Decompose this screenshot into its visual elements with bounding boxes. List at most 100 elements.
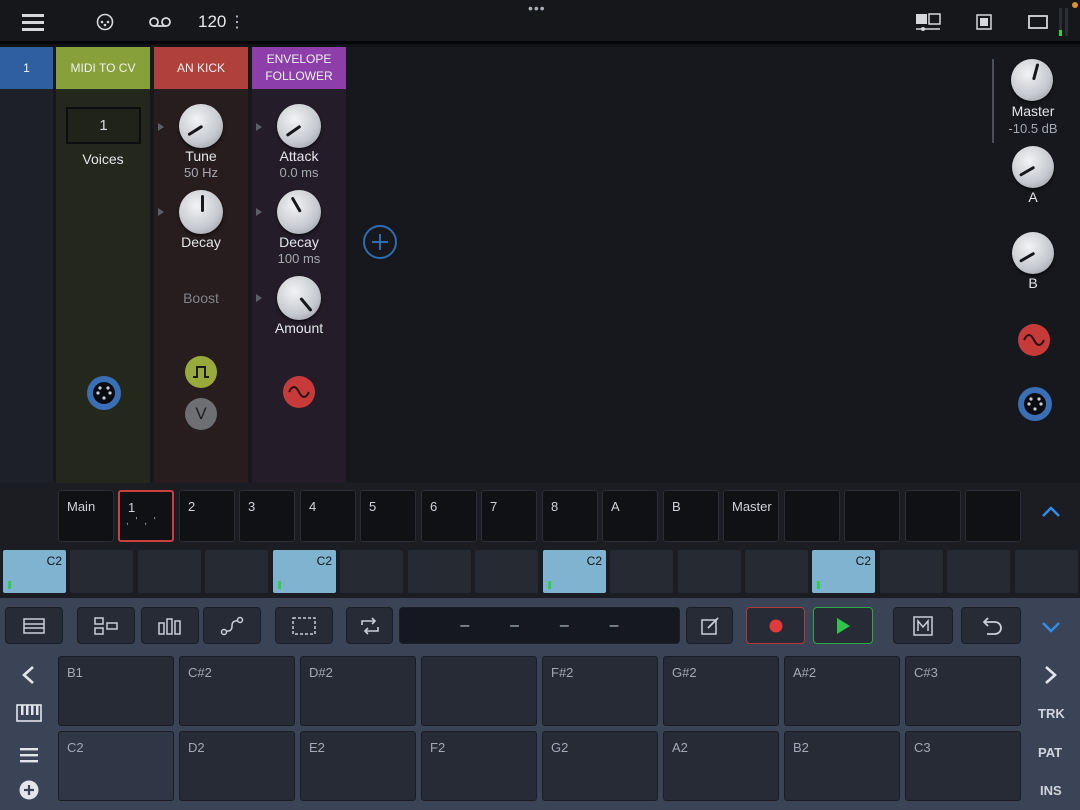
cv-output-icon[interactable] bbox=[283, 376, 315, 408]
track-tab-a[interactable]: A bbox=[602, 490, 658, 542]
amount-knob[interactable] bbox=[277, 276, 321, 320]
an-kick-header[interactable]: AN KICK bbox=[154, 47, 248, 89]
clip-slot[interactable] bbox=[610, 550, 673, 593]
midi-connect-icon[interactable] bbox=[95, 12, 115, 32]
clip-slot[interactable] bbox=[947, 550, 1010, 593]
single-view-icon[interactable] bbox=[974, 12, 994, 32]
play-button[interactable] bbox=[813, 607, 873, 644]
track-tab-empty[interactable] bbox=[905, 490, 961, 542]
undo-button[interactable] bbox=[961, 607, 1021, 644]
split-view-icon[interactable] bbox=[914, 11, 942, 33]
clip-slot[interactable] bbox=[138, 550, 201, 593]
note-pad[interactable]: C2 bbox=[58, 731, 174, 801]
note-pad[interactable]: B2 bbox=[784, 731, 900, 801]
list-view-button[interactable] bbox=[5, 607, 63, 644]
trk-mode-button[interactable]: TRK bbox=[1038, 706, 1065, 721]
select-button[interactable] bbox=[275, 607, 333, 644]
attack-knob[interactable] bbox=[277, 104, 321, 148]
pattern-length-display[interactable]: – – – – bbox=[399, 607, 680, 644]
more-options-icon[interactable]: ••• bbox=[528, 0, 546, 16]
note-pad[interactable]: F#2 bbox=[542, 656, 658, 726]
pat-mode-button[interactable]: PAT bbox=[1038, 745, 1062, 760]
record-button[interactable] bbox=[746, 607, 805, 644]
note-pad[interactable]: A2 bbox=[663, 731, 779, 801]
track-tab-2[interactable]: 2 bbox=[179, 490, 235, 542]
b-send-knob[interactable] bbox=[1012, 232, 1054, 274]
midi-to-cv-header[interactable]: MIDI TO CV bbox=[56, 47, 150, 89]
mixer-button[interactable] bbox=[141, 607, 199, 644]
track-tab-7[interactable]: 7 bbox=[481, 490, 537, 542]
track-tab-5[interactable]: 5 bbox=[360, 490, 416, 542]
step-sequencer-button[interactable] bbox=[77, 607, 135, 644]
envelope-follower-header[interactable]: ENVELOPE FOLLOWER bbox=[252, 47, 346, 89]
note-pad[interactable]: A#2 bbox=[784, 656, 900, 726]
metronome-button[interactable] bbox=[893, 607, 953, 644]
env-decay-knob[interactable] bbox=[277, 190, 321, 234]
note-pad[interactable]: D2 bbox=[179, 731, 295, 801]
clip-slot[interactable]: C2 bbox=[3, 550, 66, 593]
track-tab-3[interactable]: 3 bbox=[239, 490, 295, 542]
track-tab-4[interactable]: 4 bbox=[300, 490, 356, 542]
track-tab-main[interactable]: Main bbox=[58, 490, 114, 542]
a-send-knob[interactable] bbox=[1012, 146, 1054, 188]
tune-knob[interactable] bbox=[179, 104, 223, 148]
clip-slot[interactable] bbox=[70, 550, 133, 593]
track-tab-6[interactable]: 6 bbox=[421, 490, 477, 542]
clip-slot[interactable]: C2 bbox=[543, 550, 606, 593]
chevron-left-icon[interactable] bbox=[21, 665, 35, 690]
ins-mode-button[interactable]: INS bbox=[1040, 783, 1062, 798]
note-pad[interactable]: C#3 bbox=[905, 656, 1021, 726]
clip-slot[interactable] bbox=[1015, 550, 1078, 593]
clip-slot[interactable] bbox=[475, 550, 538, 593]
clip-slot[interactable]: C2 bbox=[812, 550, 875, 593]
note-pad[interactable]: G2 bbox=[542, 731, 658, 801]
piano-keyboard-icon[interactable] bbox=[16, 704, 42, 727]
tempo-value[interactable]: 120 bbox=[198, 12, 226, 32]
boost-toggle[interactable]: Boost bbox=[152, 290, 250, 306]
track-tab-empty[interactable] bbox=[965, 490, 1021, 542]
chevron-down-icon[interactable] bbox=[1041, 620, 1061, 638]
track-tab-1[interactable]: 1, ' , ' bbox=[118, 490, 174, 542]
track-tab-master[interactable]: Master bbox=[723, 490, 779, 542]
clip-slot[interactable] bbox=[678, 550, 741, 593]
menu-icon[interactable] bbox=[22, 11, 44, 33]
loop-button[interactable] bbox=[346, 607, 393, 644]
env-decay-cv-input-icon[interactable] bbox=[256, 208, 262, 216]
note-pad[interactable] bbox=[421, 656, 537, 726]
midi-out-port-icon[interactable] bbox=[87, 376, 121, 410]
note-pad[interactable]: B1 bbox=[58, 656, 174, 726]
pad-menu-icon[interactable] bbox=[20, 747, 38, 768]
amount-cv-input-icon[interactable] bbox=[256, 294, 262, 302]
track-tab-empty[interactable] bbox=[784, 490, 840, 542]
chevron-right-icon[interactable] bbox=[1044, 665, 1058, 690]
clip-slot[interactable] bbox=[340, 550, 403, 593]
note-pad[interactable]: G#2 bbox=[663, 656, 779, 726]
voices-field[interactable]: 1 bbox=[66, 107, 141, 144]
master-midi-port-icon[interactable] bbox=[1018, 387, 1052, 421]
track-tab-8[interactable]: 8 bbox=[542, 490, 598, 542]
attack-cv-input-icon[interactable] bbox=[256, 123, 262, 131]
tape-loop-icon[interactable] bbox=[148, 12, 172, 32]
note-pad[interactable]: F2 bbox=[421, 731, 537, 801]
add-device-button[interactable] bbox=[363, 225, 397, 259]
clip-slot[interactable] bbox=[745, 550, 808, 593]
note-pad[interactable]: D#2 bbox=[300, 656, 416, 726]
kick-decay-knob[interactable] bbox=[179, 190, 223, 234]
decay-cv-input-icon[interactable] bbox=[158, 208, 164, 216]
clip-slot[interactable] bbox=[880, 550, 943, 593]
chevron-up-icon[interactable] bbox=[1041, 505, 1061, 523]
clip-slot[interactable]: C2 bbox=[273, 550, 336, 593]
note-pad[interactable]: C3 bbox=[905, 731, 1021, 801]
fullscreen-icon[interactable] bbox=[1026, 12, 1050, 32]
clip-slot[interactable] bbox=[408, 550, 471, 593]
track-number-header[interactable]: 1 bbox=[0, 47, 53, 89]
clip-slot[interactable] bbox=[205, 550, 268, 593]
tune-cv-input-icon[interactable] bbox=[158, 123, 164, 131]
tempo-menu-icon[interactable]: ⋮ bbox=[229, 12, 245, 32]
add-icon[interactable] bbox=[19, 780, 39, 805]
edit-button[interactable] bbox=[686, 607, 733, 644]
master-cv-port-icon[interactable] bbox=[1018, 324, 1050, 356]
velocity-input-icon[interactable]: V bbox=[185, 398, 217, 430]
track-tab-b[interactable]: B bbox=[663, 490, 719, 542]
track-tab-empty[interactable] bbox=[844, 490, 900, 542]
